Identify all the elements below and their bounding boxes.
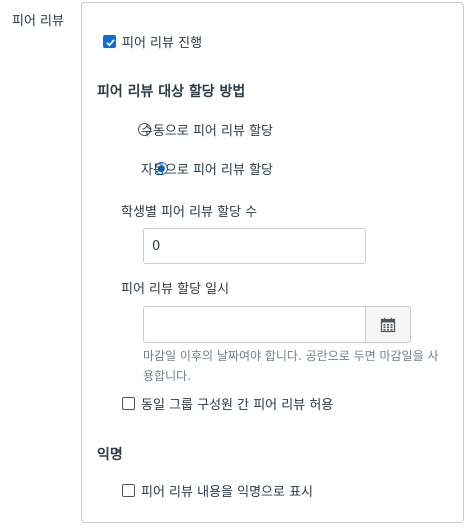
enable-peer-review-checkbox[interactable]	[103, 35, 116, 48]
same-group-checkbox[interactable]	[122, 397, 135, 410]
review-count-input[interactable]	[143, 228, 366, 264]
calendar-button[interactable]	[366, 306, 411, 343]
date-hint-line-2: 용합니다.	[143, 369, 191, 383]
enable-peer-review-label[interactable]: 피어 리뷰 진행	[122, 32, 202, 51]
date-hint: 마감일 이후의 날짜여야 합니다. 공란으로 두면 마감일을 사 용합니다.	[143, 346, 461, 386]
checkmark-icon	[106, 39, 115, 47]
assignment-method-heading: 피어 리뷰 대상 할당 방법	[97, 84, 246, 100]
manual-assign-label[interactable]: 수동으로 피어 리뷰 할당	[141, 120, 273, 139]
calendar-icon	[380, 317, 396, 332]
anonymous-label[interactable]: 피어 리뷰 내용을 익명으로 표시	[141, 481, 313, 500]
date-hint-line-1: 마감일 이후의 날짜여야 합니다. 공란으로 두면 마감일을 사	[143, 349, 439, 363]
auto-assign-label[interactable]: 자동으로 피어 리뷰 할당	[141, 159, 273, 178]
anonymous-checkbox[interactable]	[122, 484, 135, 497]
assign-date-input[interactable]	[143, 306, 366, 343]
assign-date-label: 피어 리뷰 할당 일시	[121, 282, 230, 297]
peer-review-panel: 피어 리뷰 진행 피어 리뷰 대상 할당 방법 수동으로 피어 리뷰 할당 자동…	[81, 2, 464, 523]
review-count-label: 학생별 피어 리뷰 할당 수	[121, 205, 258, 220]
same-group-label[interactable]: 동일 그룹 구성원 간 피어 리뷰 허용	[141, 394, 333, 413]
anonymity-heading: 익명	[97, 447, 123, 463]
peer-review-row-label: 피어 리뷰	[12, 14, 64, 29]
